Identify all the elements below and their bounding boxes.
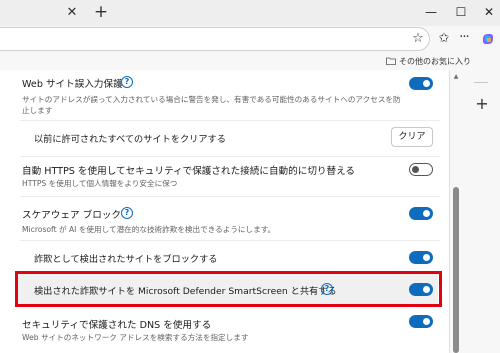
minimize-icon[interactable]: — <box>422 4 440 20</box>
close-window-icon[interactable]: ✕ <box>480 4 498 20</box>
maximize-icon[interactable]: ☐ <box>452 4 470 20</box>
typosquatting-toggle[interactable] <box>409 77 433 90</box>
favorites-icon[interactable]: ✩ <box>436 31 452 47</box>
https-upgrade-title: 自動 HTTPS を使用してセキュリティで保護された接続に自動的に切り替える <box>22 166 355 177</box>
divider <box>20 120 440 121</box>
new-tab-button[interactable]: + <box>92 3 110 21</box>
address-bar[interactable] <box>0 27 430 51</box>
https-upgrade-description: HTTPS を使用して個人情報をより安全に保つ <box>22 179 178 188</box>
divider <box>20 240 440 241</box>
settings-panel: Web サイト誤入力保護 ? サイトのアドレスが誤って入力されている場合に警告を… <box>0 70 450 353</box>
divider <box>20 196 440 197</box>
scrollbar-thumb[interactable] <box>453 187 459 353</box>
scareware-toggle[interactable] <box>409 207 433 220</box>
star-icon[interactable]: ☆ <box>410 31 426 47</box>
other-favorites-folder[interactable]: その他のお気に入り <box>386 54 471 68</box>
https-upgrade-toggle[interactable] <box>409 163 433 176</box>
folder-icon <box>386 57 396 65</box>
typosquatting-title: Web サイト誤入力保護 <box>22 79 123 90</box>
help-icon[interactable]: ? <box>121 76 133 88</box>
scroll-up-arrow-icon[interactable]: ▲ <box>453 74 459 80</box>
copilot-icon[interactable] <box>480 31 496 47</box>
tab-close-icon[interactable]: ✕ <box>64 5 80 21</box>
highlight-box <box>15 271 442 307</box>
sidebar-divider <box>474 82 488 83</box>
more-options-icon[interactable]: ··· <box>456 30 472 46</box>
title-bar: ✕ + — ☐ ✕ <box>0 0 500 26</box>
clear-button[interactable]: クリア <box>391 127 433 147</box>
secure-dns-toggle[interactable] <box>409 315 433 328</box>
other-favorites-label: その他のお気に入り <box>399 56 471 66</box>
typosquatting-description: サイトのアドレスが誤って入力されている場合に警告を発し、有害である可能性のあるサ… <box>22 95 401 115</box>
scareware-title: スケアウェア ブロック <box>22 210 121 221</box>
block-detected-toggle[interactable] <box>409 251 433 264</box>
scareware-description: Microsoft が AI を使用して潜在的な技術詐欺を検出できるようにします… <box>22 225 276 234</box>
divider <box>20 156 440 157</box>
block-detected-title: 詐欺として検出されたサイトをブロックする <box>34 254 218 265</box>
secure-dns-title: セキュリティで保護された DNS を使用する <box>22 320 212 331</box>
clear-allowed-title: 以前に許可されたすべてのサイトをクリアする <box>34 134 226 145</box>
help-icon[interactable]: ? <box>121 207 133 219</box>
toolbar: ☆ ✩ ··· <box>0 26 500 52</box>
sidebar-add-icon[interactable]: + <box>474 96 490 112</box>
secure-dns-description: Web サイトのネットワーク アドレスを検索する方法を指定します <box>22 333 249 342</box>
favorites-bar: その他のお気に入り <box>0 52 500 70</box>
